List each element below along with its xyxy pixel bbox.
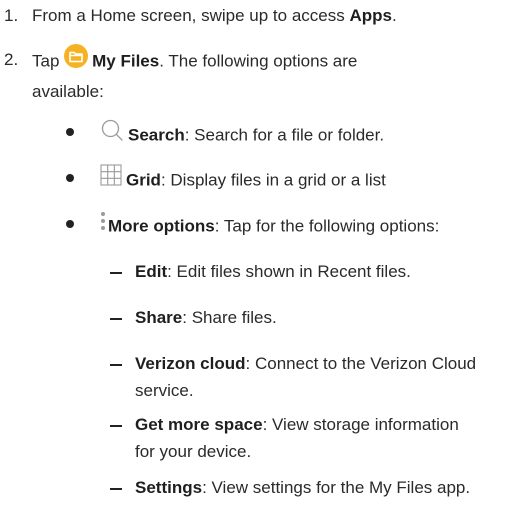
- more-option-desc-line2: service.: [135, 381, 194, 400]
- bullet: [66, 174, 74, 182]
- more-option-label: Share: [135, 308, 183, 327]
- apps-label: Apps: [349, 6, 392, 25]
- my-files-folder-icon: [64, 44, 89, 76]
- more-option-get-more-space: Get more space: View storage information…: [0, 411, 514, 469]
- more-option-desc: : View storage information: [262, 415, 459, 434]
- step-text-post-line1: . The following options are: [159, 51, 358, 71]
- more-option-label: Settings: [135, 478, 203, 497]
- my-files-label: My Files: [92, 51, 160, 71]
- more-option-desc: : Connect to the Verizon Cloud: [245, 354, 477, 373]
- more-option-text: Edit: Edit files shown in Recent files.: [135, 258, 514, 285]
- step-number: 2.: [4, 50, 19, 69]
- more-options-icon: [100, 210, 106, 240]
- more-option-text: Settings: View settings for the My Files…: [135, 474, 514, 501]
- dash-bullet: [110, 364, 122, 366]
- dash-bullet: [110, 488, 122, 490]
- step-number: 1.: [4, 6, 19, 25]
- more-option-text: Verizon cloud: Connect to the Verizon Cl…: [135, 350, 514, 404]
- option-label: Search: [128, 125, 185, 145]
- bullet: [66, 220, 74, 228]
- more-option-desc: : Share files.: [182, 308, 277, 327]
- option-label: More options: [108, 216, 215, 236]
- step-1: 1. From a Home screen, swipe up to acces…: [0, 0, 514, 30]
- more-option-settings: Settings: View settings for the My Files…: [0, 474, 514, 504]
- option-label: Grid: [126, 170, 161, 190]
- option-text: Search: Search for a file or folder.: [100, 118, 514, 152]
- step-2: 2. Tap My Files. The following options a…: [0, 44, 514, 106]
- dash-bullet: [110, 425, 122, 427]
- option-grid: Grid: Display files in a grid or a list: [0, 164, 514, 194]
- more-option-desc: : View settings for the My Files app.: [202, 478, 471, 497]
- option-search: Search: Search for a file or folder.: [0, 118, 514, 148]
- option-desc: : Tap for the following options:: [214, 216, 440, 236]
- option-more-options: More options: Tap for the following opti…: [0, 210, 514, 240]
- more-option-verizon-cloud: Verizon cloud: Connect to the Verizon Cl…: [0, 350, 514, 408]
- bullet: [66, 128, 74, 136]
- step-text-pre: Tap: [32, 51, 65, 71]
- more-option-label: Get more space: [135, 415, 263, 434]
- grid-icon: [100, 164, 122, 194]
- search-icon: [100, 118, 124, 150]
- more-option-text: Get more space: View storage information…: [135, 411, 514, 465]
- step-text: From a Home screen, swipe up to access A…: [32, 2, 510, 29]
- more-option-desc: : Edit files shown in Recent files.: [167, 262, 411, 281]
- step-text-post: .: [391, 6, 397, 25]
- step-text-post-line2: available:: [32, 82, 104, 101]
- more-option-share: Share: Share files.: [0, 304, 514, 334]
- step-text: Tap My Files. The following options are a…: [32, 44, 510, 105]
- option-desc: : Search for a file or folder.: [184, 125, 385, 145]
- more-option-desc-line2: for your device.: [135, 442, 252, 461]
- option-text: More options: Tap for the following opti…: [100, 212, 514, 242]
- step-text-pre: From a Home screen, swipe up to access: [32, 6, 350, 25]
- dash-bullet: [110, 272, 122, 274]
- more-option-edit: Edit: Edit files shown in Recent files.: [0, 258, 514, 288]
- more-option-text: Share: Share files.: [135, 304, 514, 331]
- option-desc: : Display files in a grid or a list: [160, 170, 386, 190]
- option-text: Grid: Display files in a grid or a list: [100, 164, 514, 196]
- more-option-label: Verizon cloud: [135, 354, 246, 373]
- more-option-label: Edit: [135, 262, 168, 281]
- dash-bullet: [110, 318, 122, 320]
